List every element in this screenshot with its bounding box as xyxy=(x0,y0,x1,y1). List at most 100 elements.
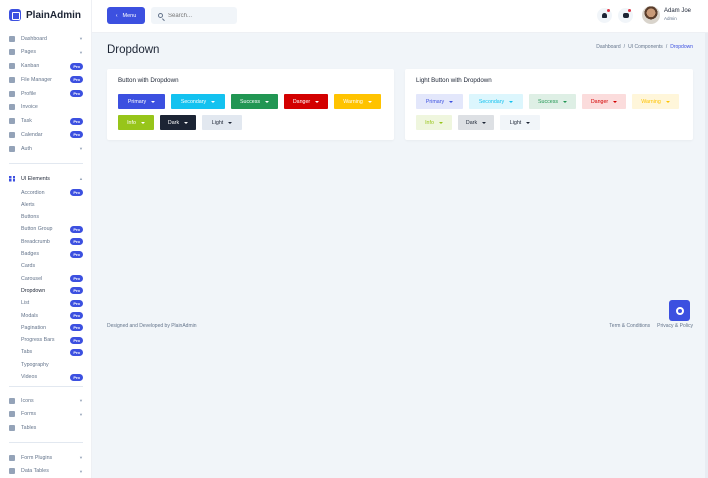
card-title: Light Button with Dropdown xyxy=(416,77,492,84)
sidebar-item-dropdown[interactable]: Dropdown Pro xyxy=(21,285,83,296)
dropdown-button-label: Success xyxy=(537,98,559,105)
dropdown-button-label: Dark xyxy=(465,119,478,126)
sidebar-item-invoice[interactable]: Invoice xyxy=(9,102,83,113)
success-dropdown-button[interactable]: Success xyxy=(231,94,278,109)
secondary-dropdown-button[interactable]: Secondary xyxy=(469,94,523,109)
light-dropdown-button[interactable]: Light xyxy=(202,115,242,130)
data-tables-icon xyxy=(9,468,15,474)
dropdown-button-label: Light xyxy=(509,119,522,126)
sidebar-item-button-group[interactable]: Button Group Pro xyxy=(21,224,83,235)
chevron-down-icon: ▼ xyxy=(79,398,83,403)
sidebar-item-pages[interactable]: Pages ▼ xyxy=(9,47,83,58)
info-dropdown-button[interactable]: Info xyxy=(118,115,154,130)
sidebar-item-task[interactable]: Task Pro xyxy=(9,116,83,127)
sidebar-item-pagination[interactable]: Pagination Pro xyxy=(21,322,83,333)
calendar-icon xyxy=(9,131,15,138)
bell-icon xyxy=(602,13,607,18)
caret-down-icon xyxy=(151,100,156,103)
sidebar-item-form-plugins[interactable]: Form Plugins ▼ xyxy=(9,452,83,463)
danger-dropdown-button[interactable]: Danger xyxy=(284,94,328,109)
breadcrumb: Dashboard / UI Components / Dropdown xyxy=(596,44,693,50)
secondary-dropdown-button[interactable]: Secondary xyxy=(171,94,225,109)
sidebar-item-badges[interactable]: Badges Pro xyxy=(21,249,83,260)
sidebar-item-data-tables[interactable]: Data Tables ▼ xyxy=(9,466,83,477)
sidebar-item-label: Auth xyxy=(21,145,32,152)
chevron-down-icon: ▼ xyxy=(79,411,83,417)
primary-dropdown-button[interactable]: Primary xyxy=(416,94,463,109)
sidebar-item-label: File Manager xyxy=(21,76,52,83)
auth-icon xyxy=(9,145,15,152)
pro-badge: Pro xyxy=(70,131,83,139)
notification-button[interactable] xyxy=(597,8,612,23)
footer-links: Term & Conditions Privacy & Policy xyxy=(609,323,693,329)
menu-button[interactable]: ‹ Menu xyxy=(107,7,145,24)
sidebar-item-label: Data Tables xyxy=(21,468,49,474)
pro-badge: Pro xyxy=(70,238,83,246)
breadcrumb-separator: / xyxy=(665,44,668,50)
avatar[interactable] xyxy=(642,6,660,24)
primary-dropdown-button[interactable]: Primary xyxy=(118,94,165,109)
dropdown-button-label: Secondary xyxy=(180,98,207,105)
dropdown-button-label: Primary xyxy=(425,98,445,105)
sidebar-item-ui-elements[interactable]: UI Elements ▲ xyxy=(9,173,83,184)
sidebar-item-tabs[interactable]: Tabs Pro xyxy=(21,347,83,358)
breadcrumb-dashboard[interactable]: Dashboard xyxy=(596,44,620,50)
sidebar-item-calendar[interactable]: Calendar Pro xyxy=(9,129,83,140)
chevron-down-icon: ▼ xyxy=(79,36,83,41)
caret-down-icon xyxy=(482,121,487,124)
breadcrumb-ui-components[interactable]: UI Components xyxy=(628,44,663,50)
search-input[interactable] xyxy=(168,12,228,19)
sidebar-item-alerts[interactable]: Alerts xyxy=(21,199,83,210)
top-header: ‹ Menu Adam Joe Admin xyxy=(92,0,708,33)
dropdown-button-label: Warning xyxy=(343,98,363,105)
sidebar-item-modals[interactable]: Modals Pro xyxy=(21,310,83,321)
warning-dropdown-button[interactable]: Warning xyxy=(632,94,679,109)
sidebar-item-cards[interactable]: Cards xyxy=(21,261,83,272)
message-dot xyxy=(628,9,631,12)
pro-badge: Pro xyxy=(70,117,83,125)
privacy-link[interactable]: Privacy & Policy xyxy=(657,323,693,329)
sidebar-item-breadcrumb[interactable]: Breadcrumb Pro xyxy=(21,236,83,247)
sidebar-item-list[interactable]: List Pro xyxy=(21,298,83,309)
info-dropdown-button[interactable]: Info xyxy=(416,115,452,130)
search-box[interactable] xyxy=(151,7,237,24)
caret-down-icon xyxy=(509,100,514,103)
sidebar-divider xyxy=(9,442,83,443)
pages-icon xyxy=(9,49,15,56)
sidebar-item-carousel[interactable]: Carousel Pro xyxy=(21,273,83,284)
sidebar-item-accordion[interactable]: Accordion Pro xyxy=(21,187,83,198)
sidebar-item-auth[interactable]: Auth ▼ xyxy=(9,143,83,154)
caret-down-icon xyxy=(449,100,454,103)
chevron-up-icon: ▲ xyxy=(79,176,83,181)
light-dropdown-button[interactable]: Light xyxy=(500,115,540,130)
task-icon xyxy=(9,118,15,124)
sidebar-item-dashboard[interactable]: Dashboard ▼ xyxy=(9,33,83,44)
messages-button[interactable] xyxy=(618,8,633,23)
dark-dropdown-button[interactable]: Dark xyxy=(458,115,494,130)
caret-down-icon xyxy=(315,100,320,103)
sidebar-item-forms[interactable]: Forms ▼ xyxy=(9,409,83,420)
sidebar-item-label: Progress Bars xyxy=(21,337,55,344)
sidebar-item-label: Alerts xyxy=(21,201,35,208)
sidebar-item-kanban[interactable]: Kanban Pro xyxy=(9,61,83,72)
sidebar-item-buttons[interactable]: Buttons xyxy=(21,212,83,223)
tables-icon xyxy=(9,424,15,431)
sidebar-item-progress-bars[interactable]: Progress Bars Pro xyxy=(21,335,83,346)
sidebar-item-file-manager[interactable]: File Manager Pro xyxy=(9,74,83,85)
sidebar-item-label: Videos xyxy=(21,374,38,380)
settings-button[interactable] xyxy=(669,300,690,321)
sidebar-item-videos[interactable]: Videos Pro xyxy=(21,372,83,383)
sidebar-item-typography[interactable]: Typography xyxy=(21,359,83,370)
sidebar-item-tables[interactable]: Tables xyxy=(9,422,83,433)
user-name[interactable]: Adam Joe xyxy=(664,8,691,14)
success-dropdown-button[interactable]: Success xyxy=(529,94,576,109)
caret-down-icon xyxy=(613,100,618,103)
logo[interactable]: PlainAdmin xyxy=(9,9,81,21)
terms-link[interactable]: Term & Conditions xyxy=(609,323,650,329)
sidebar-item-profile[interactable]: Profile Pro xyxy=(9,88,83,99)
sidebar-item-icons[interactable]: Icons ▼ xyxy=(9,395,83,406)
danger-dropdown-button[interactable]: Danger xyxy=(582,94,626,109)
sidebar-item-label: Task xyxy=(21,118,32,124)
dark-dropdown-button[interactable]: Dark xyxy=(160,115,196,130)
warning-dropdown-button[interactable]: Warning xyxy=(334,94,381,109)
